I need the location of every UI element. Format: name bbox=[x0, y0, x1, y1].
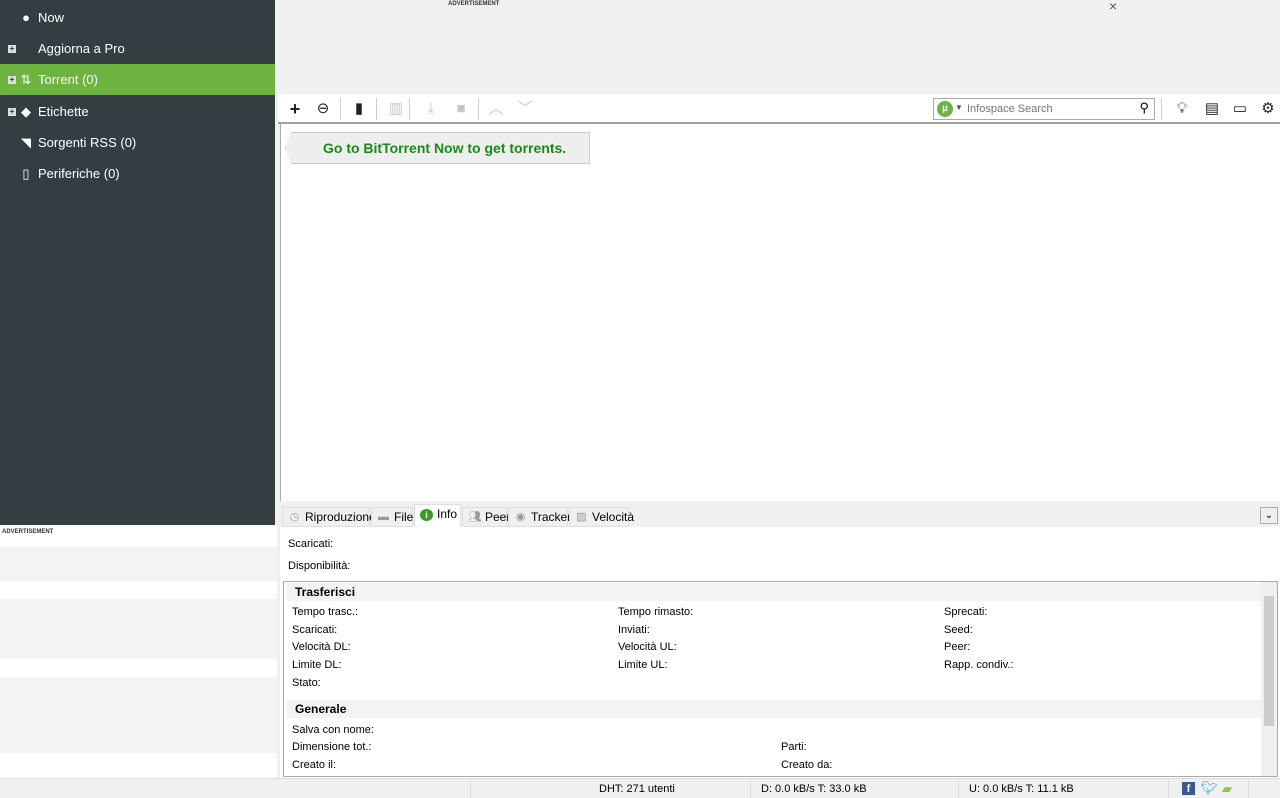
upload-status[interactable]: U: 0.0 kB/s T: 11.1 kB bbox=[969, 783, 1074, 795]
lightbulb-icon[interactable]: 💡︎ bbox=[1172, 99, 1192, 119]
tab-peers[interactable]: 👥︎ Peer bbox=[462, 507, 510, 527]
dropdown-icon[interactable]: ▼ bbox=[955, 103, 963, 112]
search-input[interactable] bbox=[967, 101, 1127, 117]
bittorrent-now-icon: ● bbox=[22, 10, 30, 25]
ad-label: ADVERTISEMENT bbox=[448, 1, 500, 7]
peers-icon: 👥︎ bbox=[468, 511, 482, 523]
create-torrent-icon[interactable]: ▮ bbox=[349, 99, 369, 119]
folder-icon: ▬ bbox=[378, 511, 389, 523]
remote-icon[interactable]: ▭ bbox=[1230, 99, 1250, 119]
add-link-icon[interactable]: ⊖ bbox=[313, 99, 333, 119]
tag-icon: ◆ bbox=[21, 103, 31, 119]
scrollbar[interactable] bbox=[1261, 582, 1277, 776]
tab-trackers[interactable]: ◉ Tracker bbox=[508, 507, 571, 527]
add-torrent-icon[interactable]: + bbox=[285, 99, 305, 119]
download-icon[interactable]: ⤓ bbox=[421, 99, 441, 119]
field-label: Limite DL: bbox=[292, 659, 342, 671]
transfer-arrows-icon: ⇅ bbox=[20, 71, 32, 87]
chat-icon[interactable]: ▤ bbox=[1202, 99, 1222, 119]
status-bar: DHT: 271 utenti D: 0.0 kB/s T: 33.0 kB U… bbox=[0, 778, 1280, 798]
torrent-list[interactable]: Go to BitTorrent Now to get torrents. bbox=[280, 124, 1280, 501]
field-label: Seed: bbox=[944, 624, 973, 636]
field-label: Salva con nome: bbox=[292, 724, 374, 736]
sidebar-item-devices[interactable]: ▯ Periferiche (0) bbox=[0, 158, 275, 189]
device-icon: ▯ bbox=[22, 165, 30, 181]
field-label: Limite UL: bbox=[618, 659, 668, 671]
settings-gear-icon[interactable]: ⚙ bbox=[1258, 99, 1278, 119]
sidebar-item-rss[interactable]: ◥ Sorgenti RSS (0) bbox=[0, 127, 275, 158]
scrollbar-thumb[interactable] bbox=[1264, 596, 1274, 726]
info-panel: Scaricati: Disponibilità: Trasferisci Te… bbox=[280, 527, 1280, 778]
expand-icon[interactable]: + bbox=[8, 75, 16, 84]
field-label: Parti: bbox=[781, 741, 807, 753]
sidebar-ad: ADVERTISEMENT bbox=[0, 525, 277, 778]
field-label: Stato: bbox=[292, 677, 321, 689]
utorrent-logo-icon[interactable]: µ bbox=[937, 101, 953, 117]
ad-label: ADVERTISEMENT bbox=[2, 529, 54, 535]
rss-icon: ◥ bbox=[21, 134, 31, 150]
sidebar: ● Now + Aggiorna a Pro + ⇅ Torrent (0) + ◆ Eti… bbox=[0, 0, 275, 525]
info-icon: i bbox=[420, 509, 433, 521]
sidebar-item-now[interactable]: ● Now bbox=[0, 2, 275, 33]
sidebar-item-torrent[interactable]: + ⇅ Torrent (0) bbox=[0, 64, 275, 95]
dht-status: DHT: 271 utenti bbox=[599, 783, 675, 795]
field-label: Creato da: bbox=[781, 759, 833, 771]
tab-playback[interactable]: ◷ Riproduzione bbox=[282, 507, 376, 527]
android-icon[interactable]: ▰ bbox=[1222, 781, 1232, 797]
stop-icon[interactable]: ■ bbox=[451, 99, 471, 119]
tab-speed[interactable]: ▨ Velocità bbox=[569, 507, 634, 527]
clock-icon: ◷ bbox=[289, 511, 300, 523]
tracker-icon: ◉ bbox=[515, 511, 526, 523]
search-box[interactable]: µ ▼ ⚲ bbox=[933, 98, 1155, 120]
collapse-panel-button[interactable]: ⌄ bbox=[1260, 507, 1278, 524]
expand-icon[interactable]: + bbox=[8, 107, 16, 116]
field-label: Dimensione tot.: bbox=[292, 741, 372, 753]
field-label: Sprecati: bbox=[944, 606, 988, 618]
twitter-icon[interactable]: 🐦︎ bbox=[1201, 780, 1218, 796]
expand-icon[interactable]: + bbox=[8, 44, 16, 53]
facebook-icon[interactable]: f bbox=[1182, 782, 1195, 795]
availability-label: Disponibilità: bbox=[288, 560, 351, 572]
field-label: Velocità DL: bbox=[292, 641, 351, 653]
top-ad: ADVERTISEMENT × bbox=[278, 0, 1280, 94]
section-transfer: Trasferisci bbox=[287, 583, 1264, 601]
download-status[interactable]: D: 0.0 kB/s T: 33.0 kB bbox=[761, 783, 867, 795]
field-label: Velocità UL: bbox=[618, 641, 677, 653]
tab-files[interactable]: ▬ File bbox=[371, 507, 413, 527]
go-to-now-banner[interactable]: Go to BitTorrent Now to get torrents. bbox=[285, 132, 590, 164]
move-up-icon[interactable]: ︿ bbox=[486, 99, 506, 119]
sidebar-item-labels[interactable]: + ◆ Etichette bbox=[0, 96, 275, 127]
tab-info[interactable]: i Info bbox=[414, 504, 461, 528]
delete-icon[interactable]: ▥ bbox=[386, 99, 406, 119]
graph-icon: ▨ bbox=[576, 511, 587, 523]
section-general: Generale bbox=[287, 700, 1264, 718]
field-label: Rapp. condiv.: bbox=[944, 659, 1014, 671]
toolbar: + ⊖ ▮ ▥ ⤓ ■ ︿ ﹀ µ ▼ ⚲ 💡︎ ▤ ▭ ⚙ bbox=[278, 94, 1280, 124]
move-down-icon[interactable]: ﹀ bbox=[515, 99, 535, 119]
field-label: Peer: bbox=[944, 641, 971, 653]
field-label: Inviati: bbox=[618, 624, 650, 636]
search-icon[interactable]: ⚲ bbox=[1139, 100, 1149, 116]
field-label: Creato il: bbox=[292, 759, 337, 771]
field-label: Tempo trasc.: bbox=[292, 606, 359, 618]
detail-tabs: ◷ Riproduzione ▬ File i Info 👥︎ Peer ◉ Tracke… bbox=[280, 501, 1280, 528]
sidebar-item-upgrade[interactable]: + Aggiorna a Pro bbox=[0, 33, 275, 64]
downloaded-label: Scaricati: bbox=[288, 538, 334, 550]
close-ad-button[interactable]: × bbox=[1109, 0, 1117, 14]
field-label: Scaricati: bbox=[292, 624, 338, 636]
field-label: Tempo rimasto: bbox=[618, 606, 694, 618]
